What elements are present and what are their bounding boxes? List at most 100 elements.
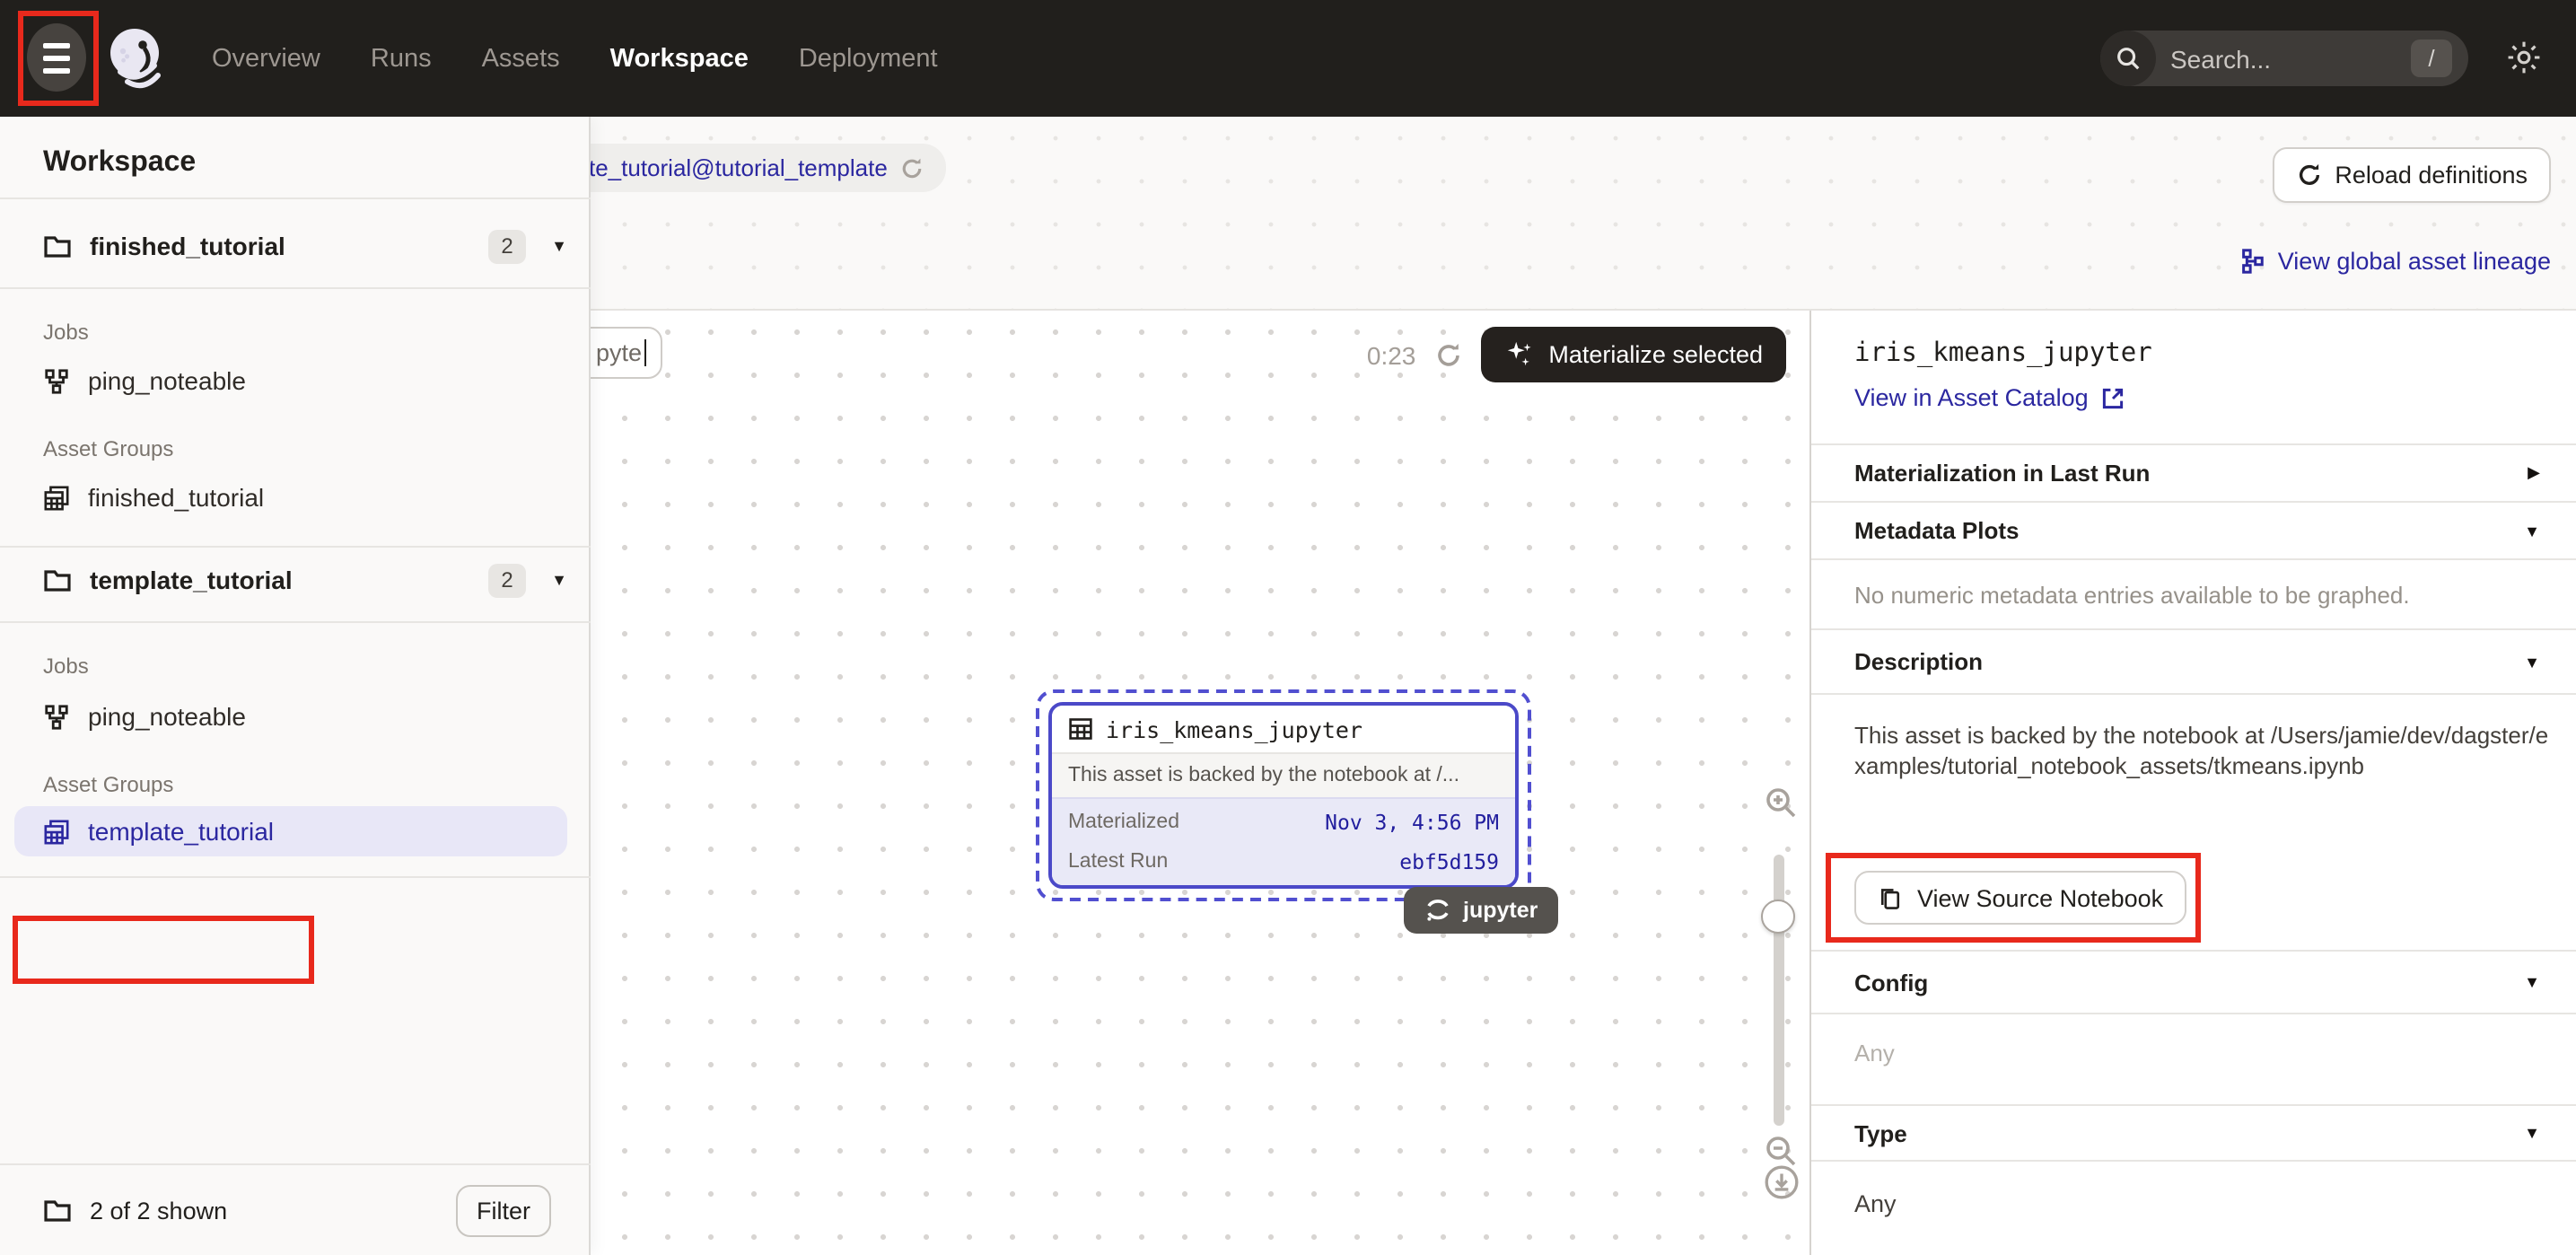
chevron-down-icon: ▼ — [2524, 1124, 2540, 1142]
repo-template-tutorial[interactable]: template_tutorial 2 ▼ — [0, 548, 591, 612]
chevron-down-icon: ▼ — [2524, 653, 2540, 671]
config-section[interactable]: Config ▼ — [1811, 950, 2576, 1013]
job-name: ping_noteable — [88, 702, 246, 731]
chevron-down-icon[interactable]: ▼ — [551, 237, 567, 255]
job-icon — [43, 703, 70, 730]
reload-definitions-button[interactable]: Reload definitions — [2272, 147, 2551, 203]
view-in-asset-catalog-link[interactable]: View in Asset Catalog — [1854, 384, 2540, 411]
metadata-plots-section[interactable]: Metadata Plots ▼ — [1811, 501, 2576, 558]
view-global-asset-lineage-link[interactable]: View global asset lineage — [2239, 248, 2551, 275]
stat-value: Nov 3, 4:56 PM — [1325, 810, 1499, 835]
asset-group-icon — [43, 484, 70, 511]
asset-node-title: iris_kmeans_jupyter — [1106, 715, 1362, 742]
nav-workspace[interactable]: Workspace — [610, 44, 749, 73]
search-bar[interactable]: / — [2100, 31, 2468, 86]
folder-icon — [43, 1198, 72, 1223]
repo-count-badge: 2 — [488, 229, 526, 263]
description-body: This asset is backed by the notebook at … — [1811, 693, 2576, 950]
asset-group-name: template_tutorial — [88, 817, 274, 846]
workspace-sidebar: Workspace finished_tutorial 2 ▼ Jobs pin… — [0, 117, 591, 1255]
jobs-section-label: Jobs — [43, 654, 89, 679]
job-icon — [43, 367, 70, 394]
main-nav: Overview Runs Assets Workspace Deploymen… — [212, 0, 938, 117]
divider — [0, 197, 591, 199]
asset-details-title: iris_kmeans_jupyter — [1854, 339, 2540, 368]
divider — [0, 287, 591, 289]
jobs-section-label: Jobs — [43, 320, 89, 345]
search-icon — [2100, 31, 2156, 86]
app-header: Overview Runs Assets Workspace Deploymen… — [0, 0, 2576, 117]
section-header: Description — [1854, 648, 1983, 675]
refresh-timer: 0:23 — [1367, 340, 1416, 369]
config-body: Any — [1811, 1013, 2576, 1104]
asset-groups-section-label: Asset Groups — [43, 772, 173, 797]
stat-value[interactable]: ebf5d159 — [1399, 849, 1499, 874]
repo-count-badge: 2 — [488, 563, 526, 597]
type-value: Any — [1854, 1162, 2576, 1217]
zoom-slider-track[interactable] — [1774, 855, 1784, 1126]
type-body: Any — [1811, 1160, 2576, 1255]
jupyter-tag[interactable]: jupyter — [1404, 887, 1557, 934]
filter-button[interactable]: Filter — [456, 1184, 551, 1236]
view-global-asset-lineage-label: View global asset lineage — [2278, 248, 2551, 275]
text-cursor — [644, 339, 646, 366]
repo-name: template_tutorial — [90, 566, 293, 594]
asset-details-header: iris_kmeans_jupyter View in Asset Catalo… — [1811, 311, 2576, 443]
repo-name: finished_tutorial — [90, 232, 285, 260]
divider — [0, 621, 591, 623]
stat-row-materialized: Materialized Nov 3, 4:56 PM — [1052, 803, 1515, 842]
gear-icon[interactable] — [2504, 38, 2544, 77]
asset-group-name: finished_tutorial — [88, 483, 264, 512]
sidebar-item-job-ping-noteable[interactable]: ping_noteable — [14, 355, 567, 406]
stat-label: Materialized — [1068, 812, 1179, 833]
refresh-icon[interactable] — [1433, 340, 1462, 369]
asset-node[interactable]: iris_kmeans_jupyter This asset is backed… — [1048, 702, 1519, 889]
section-header: Materialization in Last Run — [1854, 460, 2150, 487]
section-header: Config — [1854, 969, 1928, 996]
nav-runs[interactable]: Runs — [371, 44, 432, 73]
view-source-notebook-button[interactable]: View Source Notebook — [1854, 871, 2186, 925]
section-header: Type — [1854, 1119, 1907, 1146]
asset-node-stats: Materialized Nov 3, 4:56 PM Latest Run e… — [1052, 797, 1515, 885]
repo-finished-tutorial[interactable]: finished_tutorial 2 ▼ — [0, 214, 591, 278]
search-input[interactable] — [2170, 44, 2382, 73]
zoom-slider-handle[interactable] — [1761, 900, 1795, 934]
sidebar-item-group-template-tutorial[interactable]: template_tutorial — [14, 806, 567, 856]
sidebar-item-job-ping-noteable[interactable]: ping_noteable — [14, 691, 567, 742]
graph-actions: 0:23 Materialize selected — [1367, 327, 1786, 382]
materialization-last-run-section[interactable]: Materialization in Last Run ▶ — [1811, 443, 2576, 501]
type-section[interactable]: Type ▼ — [1811, 1104, 2576, 1160]
reload-definitions-label: Reload definitions — [2335, 162, 2528, 189]
breadcrumb[interactable]: te_tutorial@tutorial_template — [567, 144, 947, 192]
download-graph-icon[interactable] — [1763, 1163, 1801, 1201]
job-name: ping_noteable — [88, 366, 246, 395]
nav-assets[interactable]: Assets — [482, 44, 560, 73]
breadcrumb-label: te_tutorial@tutorial_template — [589, 154, 888, 181]
refresh-icon[interactable] — [900, 155, 925, 180]
annotation-box — [13, 916, 314, 984]
nav-overview[interactable]: Overview — [212, 44, 320, 73]
sparkle-icon — [1503, 339, 1534, 370]
description-section[interactable]: Description ▼ — [1811, 628, 2576, 693]
view-source-notebook-label: View Source Notebook — [1917, 884, 2163, 911]
jupyter-icon — [1424, 896, 1452, 925]
chevron-down-icon[interactable]: ▼ — [551, 571, 567, 589]
metadata-empty-text: No numeric metadata entries available to… — [1854, 560, 2576, 609]
stat-row-latest-run: Latest Run ebf5d159 — [1052, 842, 1515, 882]
app-window: te_tutorial@tutorial_template Reload def… — [0, 0, 2576, 1255]
materialize-selected-button[interactable]: Materialize selected — [1480, 327, 1786, 382]
search-shortcut-badge: / — [2411, 39, 2452, 77]
dagster-logo[interactable] — [104, 23, 171, 93]
notebook-copy-icon — [1878, 884, 1903, 911]
divider — [0, 876, 591, 878]
annotation-box — [18, 11, 99, 106]
sidebar-item-group-finished-tutorial[interactable]: finished_tutorial — [14, 472, 567, 522]
nav-deployment[interactable]: Deployment — [799, 44, 938, 73]
shown-count: 2 of 2 shown — [90, 1197, 227, 1224]
asset-node-selection-outline: iris_kmeans_jupyter This asset is backed… — [1036, 689, 1531, 901]
folder-icon — [43, 233, 72, 259]
stat-label: Latest Run — [1068, 851, 1168, 873]
lineage-icon — [2239, 248, 2265, 275]
chevron-down-icon: ▼ — [2524, 522, 2540, 540]
zoom-in-icon[interactable] — [1763, 785, 1799, 821]
